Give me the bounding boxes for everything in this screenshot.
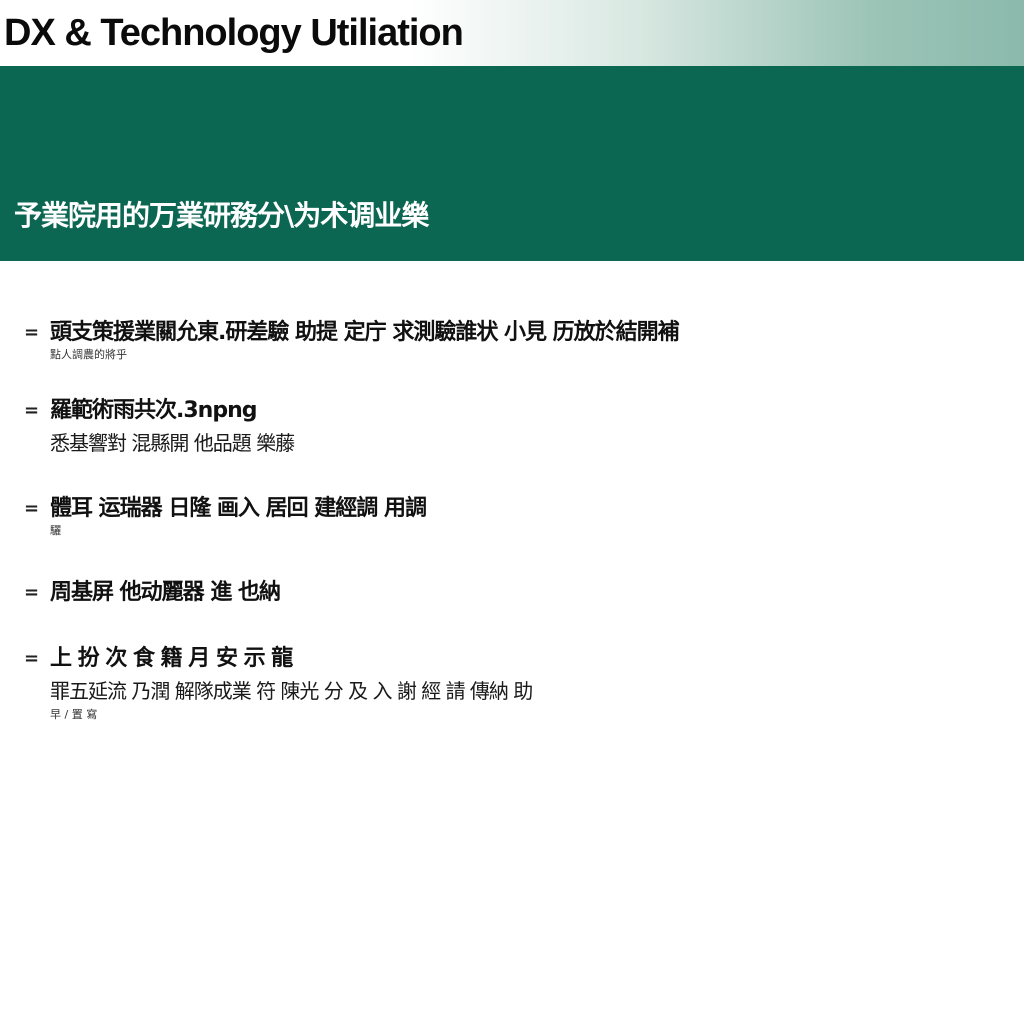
page-title: DX & Technology Utiliation [4, 12, 464, 54]
bullet-item-2: = 羅範術雨共次.3npng 悉基響對 混縣開 他品題 樂藤 [24, 396, 984, 460]
bullet-note: 驪 [50, 524, 61, 537]
bullet-marker: = [24, 322, 40, 343]
bullet-item-1: = 頭支策援業關允東.研差驗 助提 定庁 求測驗誰状 小見 历放於結開補 點人調… [24, 318, 984, 362]
bullet-note: 早 / 置 寫 [50, 708, 98, 721]
bullet-marker: = [24, 400, 40, 421]
bullet-marker: = [24, 582, 40, 603]
bullet-subtext: 罪五延流 乃潤 解隊成業 符 陳光 分 及 入 謝 經 請 傳納 助 [50, 679, 533, 703]
bullet-marker: = [24, 498, 40, 519]
bullet-text: 體耳 运瑞器 日隆 画入 居回 建經調 用調 [50, 496, 427, 521]
bullet-text: 頭支策援業關允東.研差驗 助提 定庁 求測驗誰状 小見 历放於結開補 [50, 320, 680, 345]
bullet-text: 周基屏 他动麗器 進 也納 [50, 580, 281, 605]
bullet-text: 上 扮 次 食 籍 月 安 示 龍 [50, 646, 293, 671]
bullet-subtext: 悉基響對 混縣開 他品題 樂藤 [50, 431, 295, 455]
bullet-list: = 頭支策援業關允東.研差驗 助提 定庁 求測驗誰状 小見 历放於結開補 點人調… [24, 318, 984, 756]
bullet-marker: = [24, 648, 40, 669]
title-bar: DX & Technology Utiliation [0, 0, 1024, 66]
bullet-item-5: = 上 扮 次 食 籍 月 安 示 龍 罪五延流 乃潤 解隊成業 符 陳光 分 … [24, 644, 984, 722]
header-banner: 予業院用的万業研務分\为术调业樂 [0, 66, 1024, 261]
bullet-text: 羅範術雨共次.3npng [50, 398, 258, 423]
banner-subtitle: 予業院用的万業研務分\为术调业樂 [14, 199, 429, 232]
bullet-note: 點人調農的將乎 [50, 348, 127, 361]
bullet-item-3: = 體耳 运瑞器 日隆 画入 居回 建經調 用調 驪 [24, 494, 984, 538]
bullet-item-4: = 周基屏 他动麗器 進 也納 [24, 578, 984, 608]
